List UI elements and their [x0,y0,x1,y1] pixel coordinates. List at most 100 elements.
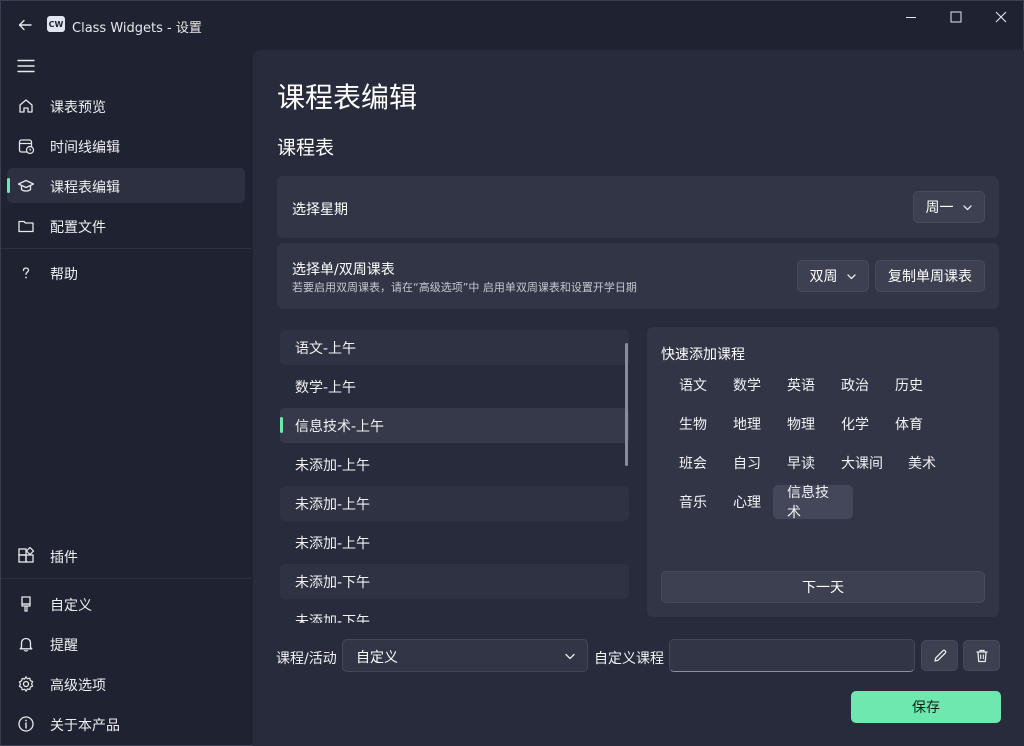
sidebar-item-customize[interactable]: 自定义 [7,586,245,621]
edit-button[interactable] [921,640,958,671]
lesson-item[interactable]: 未添加-上午 [280,486,629,521]
info-icon [17,715,35,733]
sidebar-item-plugins[interactable]: 插件 [7,538,245,573]
sidebar-item-label: 插件 [50,550,78,566]
window-title: Class Widgets - 设置 [72,21,202,36]
week-type-card: 选择单/双周课表 若要启用双周课表，请在“高级选项”中 启用单双周课表和设置开学… [277,243,999,309]
delete-button[interactable] [963,640,1000,671]
lesson-item[interactable]: 语文-上午 [280,330,629,365]
sidebar-item-advanced[interactable]: 高级选项 [7,666,245,701]
quick-add-course[interactable]: 历史 [881,368,937,402]
quick-add-course[interactable]: 地理 [719,407,775,441]
quick-add-course[interactable]: 班会 [665,446,721,480]
quick-add-panel: 快速添加课程 语文 数学 英语 政治 历史 生物 地理 物理 化学 体育 班会 … [647,327,999,617]
activity-select[interactable]: 自定义 [342,639,588,672]
quick-add-course[interactable]: 音乐 [665,485,721,519]
sidebar-item-about[interactable]: 关于本产品 [7,706,245,741]
lesson-item[interactable]: 未添加-下午 [280,603,629,624]
quick-add-course-active[interactable]: 信息技术 [773,485,853,521]
close-icon [995,11,1007,23]
sidebar-item-label: 高级选项 [50,678,106,694]
quick-add-course[interactable]: 体育 [881,407,937,441]
sidebar-divider [1,578,251,579]
lesson-item-label: 信息技术-上午 [295,418,385,435]
sidebar-divider [1,248,251,249]
copy-single-week-button[interactable]: 复制单周课表 [875,260,985,292]
sidebar-item-schedule-preview[interactable]: 课表预览 [7,88,245,123]
lesson-item-label: 未添加-上午 [295,496,371,513]
sidebar-item-timeline-edit[interactable]: 时间线编辑 [7,128,245,163]
weekday-card: 选择星期 周一 [277,176,999,238]
quick-add-course[interactable]: 生物 [665,407,721,441]
app-logo: CW [47,16,65,32]
title-bar: CW Class Widgets - 设置 [1,1,1024,49]
lesson-item-selected[interactable]: 信息技术-上午 [280,408,629,443]
activity-select-value: 自定义 [356,650,398,666]
chevron-down-icon [962,204,972,210]
sidebar-item-help[interactable]: 帮助 [7,255,245,290]
chevron-down-icon [846,273,856,279]
apps-add-icon [17,547,35,565]
quick-add-course[interactable]: 政治 [827,368,883,402]
sidebar-item-label: 时间线编辑 [50,140,120,156]
maximize-button[interactable] [933,5,979,29]
sidebar-item-label: 关于本产品 [50,718,120,734]
sidebar-item-label: 课表预览 [50,100,106,116]
sidebar-item-label: 自定义 [50,598,92,614]
lesson-item[interactable]: 未添加-上午 [280,447,629,482]
quick-add-course[interactable]: 美术 [894,446,950,480]
weekday-select-value: 周一 [925,200,954,216]
custom-course-input[interactable] [669,639,915,672]
close-button[interactable] [978,5,1024,29]
quick-add-course[interactable]: 物理 [773,407,829,441]
quick-add-course[interactable]: 化学 [827,407,883,441]
activity-label: 课程/活动 [276,651,337,667]
week-type-select-value: 双周 [809,269,838,285]
weekday-select[interactable]: 周一 [913,191,985,223]
settings-window: CW Class Widgets - 设置 课表预览 时间线编辑 课程表编辑 配… [0,0,1024,746]
quick-add-course[interactable]: 大课间 [827,446,897,480]
quick-add-course[interactable]: 英语 [773,368,829,402]
lesson-item-label: 未添加-下午 [295,574,371,591]
pencil-icon [933,649,946,662]
quick-add-course[interactable]: 早读 [773,446,829,480]
minimize-button[interactable] [888,5,934,29]
lesson-list-scrollbar[interactable] [625,343,628,466]
lesson-item-label: 未添加-下午 [295,613,371,624]
minimize-icon [906,17,916,18]
page-title: 课程表编辑 [277,81,418,114]
weekday-card-title: 选择星期 [292,202,348,218]
save-button[interactable]: 保存 [851,691,1001,723]
lesson-item[interactable]: 未添加-下午 [280,564,629,599]
quick-add-title: 快速添加课程 [661,347,745,363]
sidebar-item-schedule-edit[interactable]: 课程表编辑 [7,168,245,203]
calendar-clock-icon [17,137,35,155]
bell-icon [17,635,35,653]
quick-add-course[interactable]: 数学 [719,368,775,402]
lesson-list[interactable]: 语文-上午 数学-上午 信息技术-上午 未添加-上午 未添加-上午 未添加-上午… [277,328,629,623]
graduation-cap-icon [17,177,35,195]
active-indicator [7,178,10,193]
lesson-item[interactable]: 数学-上午 [280,369,629,404]
question-icon [17,264,35,282]
quick-add-course[interactable]: 自习 [719,446,775,480]
trash-icon [976,649,987,662]
maximize-icon [950,11,962,23]
week-type-select[interactable]: 双周 [797,260,869,292]
custom-course-label: 自定义课程 [594,651,664,667]
sidebar-item-label: 帮助 [50,267,78,283]
chevron-down-icon [565,653,575,660]
week-type-card-title: 选择单/双周课表 [292,262,395,278]
sidebar-item-config-files[interactable]: 配置文件 [7,208,245,243]
next-day-button[interactable]: 下一天 [661,571,985,603]
lesson-item[interactable]: 未添加-上午 [280,525,629,560]
sidebar-item-label: 课程表编辑 [50,180,120,196]
menu-toggle-button[interactable] [15,57,37,75]
quick-add-course[interactable]: 心理 [719,485,775,519]
back-button[interactable] [13,13,37,37]
arrow-left-icon [18,19,32,31]
section-title: 课程表 [277,137,335,159]
sidebar-item-reminders[interactable]: 提醒 [7,626,245,661]
lesson-item-label: 数学-上午 [295,379,357,396]
quick-add-course[interactable]: 语文 [665,368,721,402]
